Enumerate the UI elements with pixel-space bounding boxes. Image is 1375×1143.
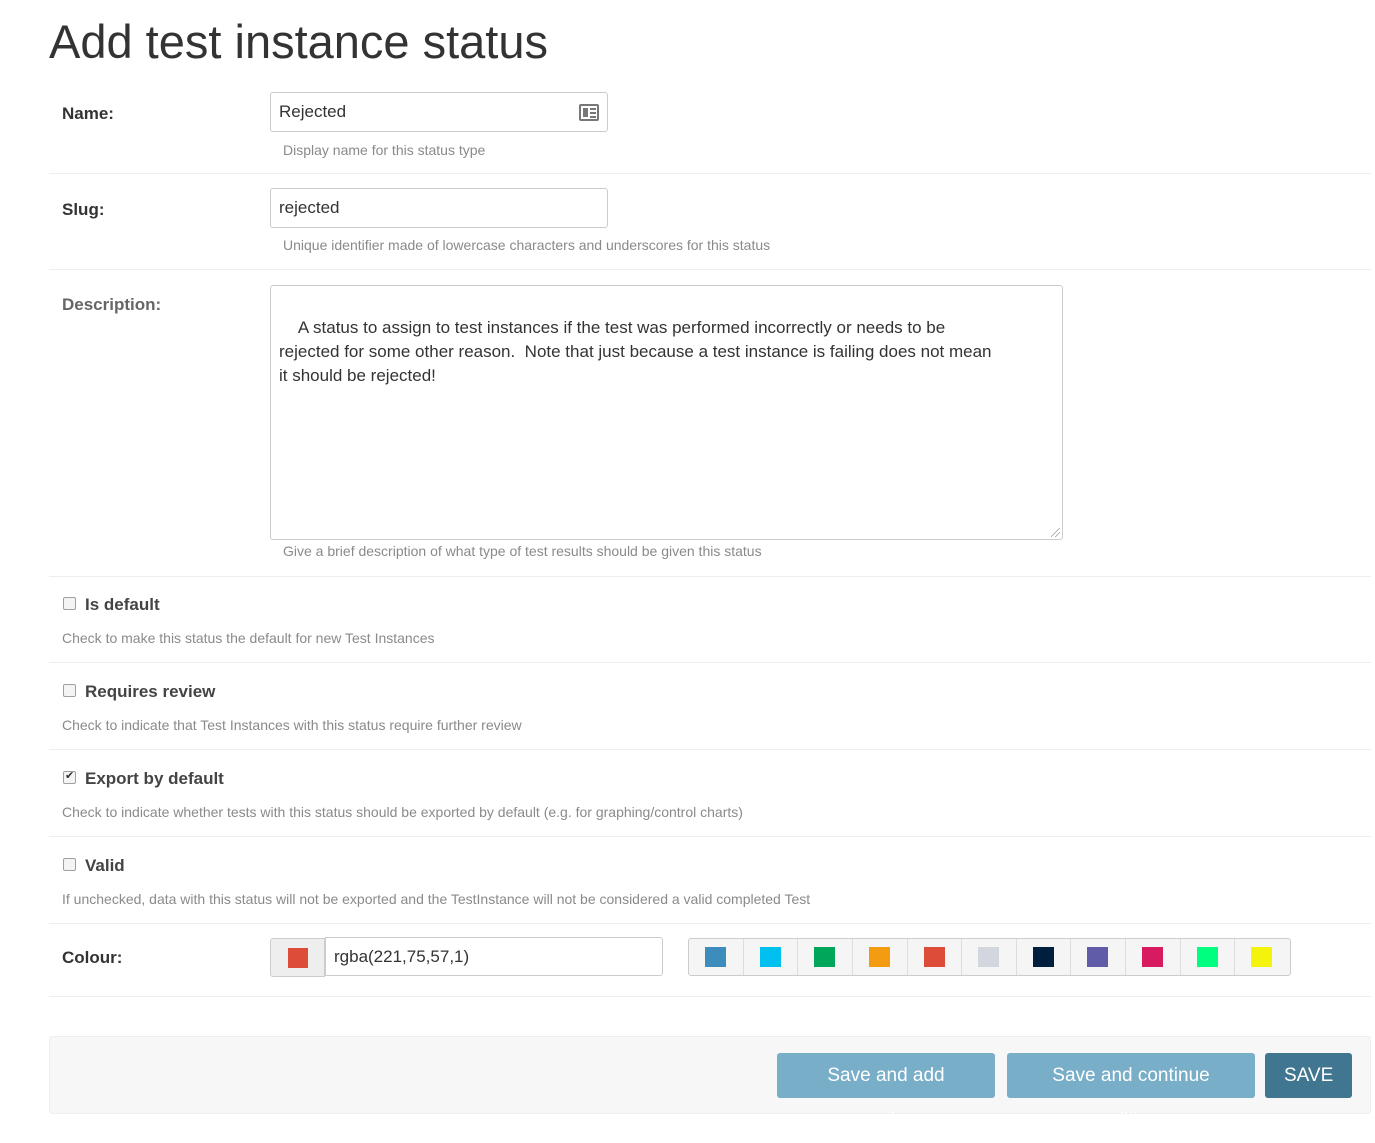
description-label: Description: (62, 295, 162, 314)
palette-colour-7[interactable] (1071, 939, 1127, 975)
name-input[interactable]: Rejected (270, 92, 608, 132)
name-help: Display name for this status type (283, 142, 486, 158)
palette-swatch (1142, 947, 1164, 967)
name-row: Name: Rejected Display name for this sta… (49, 78, 1371, 174)
palette-swatch (1196, 947, 1218, 967)
name-input-value: Rejected (279, 102, 347, 121)
palette-swatch (978, 947, 1000, 967)
name-label: Name: (62, 104, 114, 123)
palette-swatch (1251, 947, 1273, 967)
palette-colour-3[interactable] (853, 939, 908, 975)
save-and-continue-editing-button[interactable]: Save and continue editing (1007, 1053, 1255, 1131)
export-by-default-help: Check to indicate whether tests with thi… (62, 804, 743, 820)
valid-help: If unchecked, data with this status will… (62, 891, 811, 907)
valid-row: Valid If unchecked, data with this statu… (49, 837, 1371, 924)
colour-row: Colour: rgba(221,75,57,1) (49, 924, 1371, 997)
slug-row: Slug: rejected Unique identifier made of… (49, 174, 1371, 270)
save-and-add-another-button[interactable]: Save and add another (777, 1053, 995, 1131)
requires-review-label[interactable]: Requires review (85, 682, 215, 702)
is-default-checkbox[interactable] (63, 597, 76, 610)
description-value: A status to assign to test instances if … (279, 318, 992, 385)
palette-colour-1[interactable] (744, 939, 799, 975)
is-default-help: Check to make this status the default fo… (62, 630, 435, 646)
palette-colour-2[interactable] (798, 939, 853, 975)
colour-input[interactable]: rgba(221,75,57,1) (325, 937, 663, 976)
submit-row: Save and add another Save and continue e… (49, 1036, 1371, 1131)
export-by-default-checkbox[interactable] (63, 769, 76, 784)
slug-input-value: rejected (279, 198, 340, 217)
palette-swatch (1032, 947, 1054, 967)
palette-swatch (923, 947, 945, 967)
description-textarea[interactable]: A status to assign to test instances if … (270, 285, 1063, 540)
palette-swatch (868, 947, 890, 967)
requires-review-help: Check to indicate that Test Instances wi… (62, 717, 522, 733)
is-default-label[interactable]: Is default (85, 595, 160, 615)
palette-colour-10[interactable] (1235, 939, 1290, 975)
page-title: Add test instance status (49, 15, 549, 68)
export-by-default-row: Export by default Check to indicate whet… (49, 750, 1371, 837)
requires-review-row: Requires review Check to indicate that T… (49, 663, 1371, 750)
palette-colour-0[interactable] (689, 939, 744, 975)
requires-review-checkbox[interactable] (63, 684, 76, 697)
palette-swatch (1087, 947, 1109, 967)
palette-colour-8[interactable] (1126, 939, 1181, 975)
valid-label[interactable]: Valid (85, 856, 125, 876)
colour-palette (688, 938, 1291, 976)
colour-input-value: rgba(221,75,57,1) (334, 947, 470, 966)
colour-label: Colour: (62, 948, 123, 967)
is-default-row: Is default Check to make this status the… (49, 577, 1371, 663)
palette-swatch (759, 947, 781, 967)
palette-swatch (814, 947, 836, 967)
export-by-default-label[interactable]: Export by default (85, 769, 224, 789)
palette-swatch (705, 947, 726, 967)
resize-handle[interactable] (1051, 528, 1060, 537)
palette-colour-4[interactable] (908, 939, 963, 975)
colour-preview-button[interactable] (270, 938, 325, 977)
palette-colour-6[interactable] (1017, 939, 1072, 975)
valid-checkbox[interactable] (63, 858, 76, 871)
current-colour-swatch (288, 948, 308, 968)
contact-card-icon (579, 104, 599, 121)
slug-help: Unique identifier made of lowercase char… (283, 237, 771, 253)
slug-label: Slug: (62, 200, 105, 219)
description-row: Description: A status to assign to test … (49, 270, 1371, 577)
palette-colour-9[interactable] (1181, 939, 1236, 975)
slug-input[interactable]: rejected (270, 188, 608, 228)
description-help: Give a brief description of what type of… (283, 543, 762, 559)
palette-colour-5[interactable] (962, 939, 1017, 975)
save-button[interactable]: SAVE (1265, 1053, 1352, 1098)
